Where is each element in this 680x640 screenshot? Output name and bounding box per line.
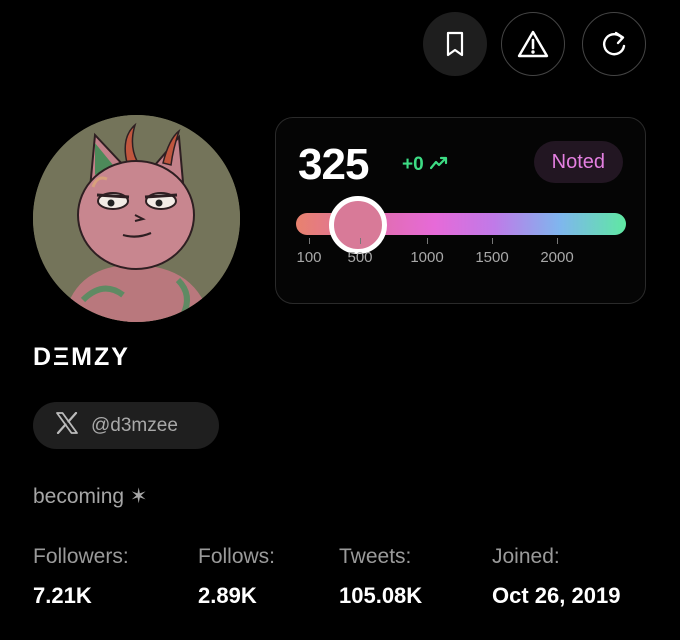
stat-tweets[interactable]: Tweets: 105.08K <box>339 545 422 609</box>
tick-2000 <box>557 238 558 244</box>
refresh-icon <box>600 30 628 58</box>
bookmark-icon <box>445 31 465 57</box>
stat-label: Follows: <box>198 545 276 568</box>
tick-label-500: 500 <box>347 249 373 266</box>
x-logo-icon <box>55 411 79 439</box>
score-slider-thumb[interactable] <box>329 196 387 254</box>
trending-up-icon <box>429 154 448 176</box>
score-value: 325 <box>298 140 369 189</box>
score-delta: +0 <box>402 154 448 176</box>
handle-link[interactable]: @d3mzee <box>33 402 219 449</box>
stat-followers[interactable]: Followers: 7.21K <box>33 545 129 609</box>
stat-value: 7.21K <box>33 583 92 608</box>
tick-label-1500: 1500 <box>475 249 509 266</box>
stat-follows[interactable]: Follows: 2.89K <box>198 545 275 609</box>
stat-value: 2.89K <box>198 583 257 608</box>
stat-label: Tweets: <box>339 545 412 568</box>
warning-icon <box>517 30 549 58</box>
stat-label: Followers: <box>33 545 129 568</box>
avatar <box>33 115 240 322</box>
noted-badge[interactable]: Noted <box>533 141 623 183</box>
score-card: 325 +0 Noted 100 500 1000 1500 2000 <box>275 117 646 304</box>
handle-text: @d3mzee <box>91 414 178 436</box>
display-name: DΞMZY <box>33 343 130 371</box>
stat-joined: Joined: Oct 26, 2019 <box>492 545 620 609</box>
tick-500 <box>360 238 361 244</box>
refresh-button[interactable] <box>582 12 646 76</box>
stat-value: 105.08K <box>339 583 423 608</box>
tick-label-1000: 1000 <box>410 249 444 266</box>
tick-100 <box>309 238 310 244</box>
bookmark-button[interactable] <box>423 12 487 76</box>
score-delta-value: +0 <box>402 154 424 175</box>
tick-label-2000: 2000 <box>540 249 574 266</box>
bio-text: becoming ✶ <box>33 485 148 508</box>
report-button[interactable] <box>501 12 565 76</box>
tick-1500 <box>492 238 493 244</box>
stat-label: Joined: <box>492 545 560 568</box>
tick-1000 <box>427 238 428 244</box>
tick-label-100: 100 <box>296 249 322 266</box>
stat-value: Oct 26, 2019 <box>492 583 621 608</box>
